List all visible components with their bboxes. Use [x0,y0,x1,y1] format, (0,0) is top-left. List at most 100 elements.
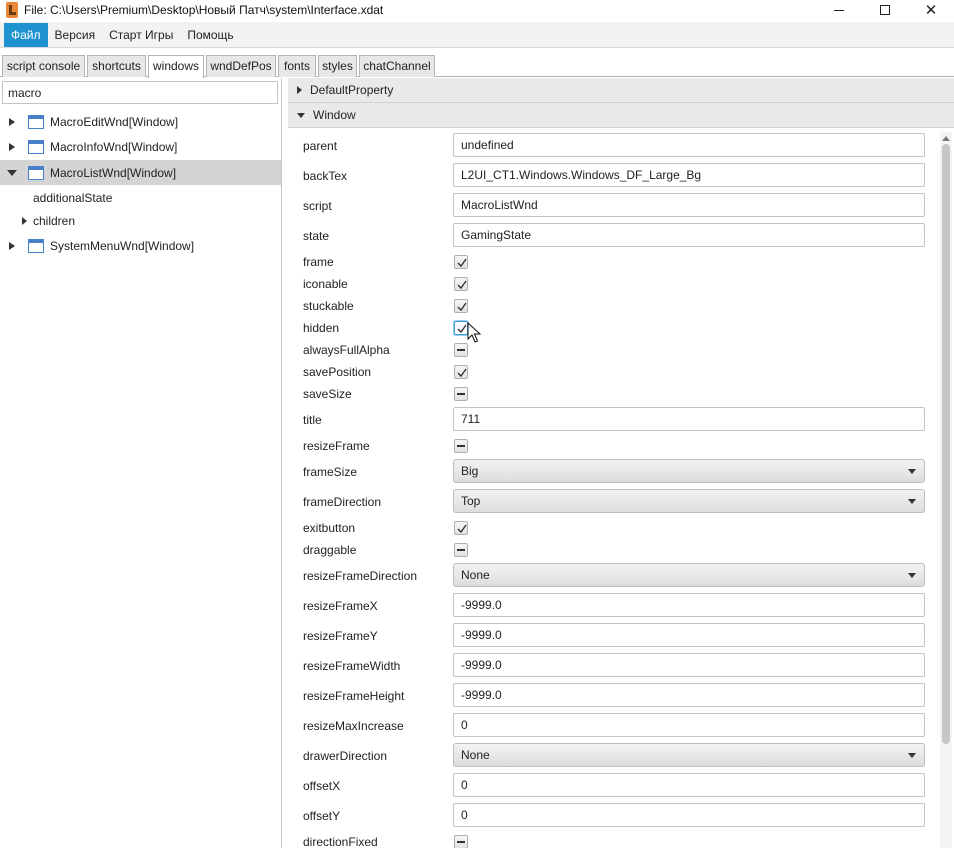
tree-item-children[interactable]: children [0,208,281,233]
alwaysfullalpha-checkbox[interactable] [454,343,468,357]
draggable-checkbox[interactable] [454,543,468,557]
chevron-down-icon [908,499,916,504]
framedirection-select[interactable]: Top [453,489,925,513]
prop-label-resizeframewidth: resizeFrameWidth [303,659,401,673]
tree-item-macroinfownd[interactable]: MacroInfoWnd[Window] [0,134,281,159]
prop-label-hidden: hidden [303,321,340,335]
scroll-up-icon[interactable] [942,136,950,141]
chevron-down-icon [908,573,916,578]
select-value: None [461,748,490,762]
chevron-down-icon [908,753,916,758]
prop-label-resizeframe: resizeFrame [303,439,370,453]
window-icon [28,238,44,253]
tab-script-console[interactable]: script console [2,55,85,77]
menu-start-game[interactable]: Старт Игры [102,23,180,47]
minimize-icon [834,9,844,11]
tab-chatchannel[interactable]: chatChannel [359,55,435,77]
framesize-select[interactable]: Big [453,459,925,483]
section-default-property[interactable]: DefaultProperty [288,78,954,103]
tree-item-label: MacroInfoWnd[Window] [50,139,178,154]
hidden-checkbox[interactable] [454,321,468,335]
tree-item-label: MacroListWnd[Window] [50,165,177,180]
resizeframex-field[interactable] [453,593,925,617]
drawerdirection-select[interactable]: None [453,743,925,767]
state-field[interactable] [453,223,925,247]
exitbutton-checkbox[interactable] [454,521,468,535]
prop-label-resizeframeheight: resizeFrameHeight [303,689,405,703]
expand-arrow-icon[interactable] [6,240,18,252]
indeterminate-icon [457,349,465,351]
menu-file[interactable]: Файл [4,22,48,47]
check-icon [457,258,467,268]
vertical-scrollbar[interactable] [940,132,952,848]
check-icon [457,302,467,312]
expand-arrow-icon[interactable] [6,141,18,153]
resizeframewidth-field[interactable] [453,653,925,677]
offsetx-field[interactable] [453,773,925,797]
title-field[interactable] [453,407,925,431]
resizeframey-field[interactable] [453,623,925,647]
tab-styles[interactable]: styles [318,55,357,77]
prop-label-framedirection: frameDirection [303,495,382,509]
resizemaxincrease-field[interactable] [453,713,925,737]
tab-wnddefpos[interactable]: wndDefPos [206,55,276,77]
expand-arrow-icon[interactable] [18,215,30,227]
menu-version[interactable]: Версия [48,23,103,47]
tree-item-systemmenuwnd[interactable]: SystemMenuWnd[Window] [0,233,281,258]
saveposition-checkbox[interactable] [454,365,468,379]
tab-windows[interactable]: windows [148,55,204,78]
close-button[interactable]: ✕ [908,0,954,20]
window-icon [28,114,44,129]
stuckable-checkbox[interactable] [454,299,468,313]
expand-arrow-icon[interactable] [6,116,18,128]
offsety-field[interactable] [453,803,925,827]
check-icon [457,524,467,534]
prop-label-parent: parent [303,139,338,153]
scroll-thumb[interactable] [942,144,950,744]
prop-label-exitbutton: exitbutton [303,521,356,535]
search-input[interactable] [2,81,278,104]
resizeframe-checkbox[interactable] [454,439,468,453]
parent-field[interactable] [453,133,925,157]
tree-item-macrolistwnd[interactable]: MacroListWnd[Window] [0,160,281,185]
tab-bar: script console shortcuts windows wndDefP… [0,53,954,78]
backtex-field[interactable] [453,163,925,187]
directionfixed-checkbox[interactable] [454,835,468,848]
tab-shortcuts[interactable]: shortcuts [87,55,146,77]
resizeframedirection-select[interactable]: None [453,563,925,587]
section-label: Window [313,108,356,122]
tree-item-label: MacroEditWnd[Window] [50,114,179,129]
maximize-button[interactable] [862,0,908,20]
prop-label-offsety: offsetY [303,809,341,823]
prop-label-stuckable: stuckable [303,299,354,313]
indeterminate-icon [457,841,465,843]
menu-help[interactable]: Помощь [180,23,240,47]
prop-label-directionfixed: directionFixed [303,835,378,848]
frame-checkbox[interactable] [454,255,468,269]
collapse-arrow-icon[interactable] [6,167,18,179]
prop-label-savesize: saveSize [303,387,352,401]
indeterminate-icon [457,393,465,395]
mouse-cursor-icon [467,322,481,343]
prop-label-alwaysfullalpha: alwaysFullAlpha [303,343,390,357]
tree-panel: MacroEditWnd[Window] MacroInfoWnd[Window… [0,78,282,848]
prop-label-saveposition: savePosition [303,365,372,379]
minimize-button[interactable] [816,0,862,20]
tree-item-macroeditwnd[interactable]: MacroEditWnd[Window] [0,109,281,134]
close-icon: ✕ [924,1,938,19]
section-window[interactable]: Window [288,103,954,128]
prop-label-state: state [303,229,330,243]
prop-label-resizeframex: resizeFrameX [303,599,378,613]
savesize-checkbox[interactable] [454,387,468,401]
prop-label-title: title [303,413,322,427]
resizeframeheight-field[interactable] [453,683,925,707]
prop-label-backtex: backTex [303,169,348,183]
iconable-checkbox[interactable] [454,277,468,291]
check-icon [457,280,467,290]
tree-item-label: children [33,213,76,228]
tree-item-additionalstate[interactable]: additionalState [0,185,281,210]
script-field[interactable] [453,193,925,217]
tab-fonts[interactable]: fonts [278,55,316,77]
prop-label-offsetx: offsetX [303,779,341,793]
select-value: Big [461,464,479,478]
